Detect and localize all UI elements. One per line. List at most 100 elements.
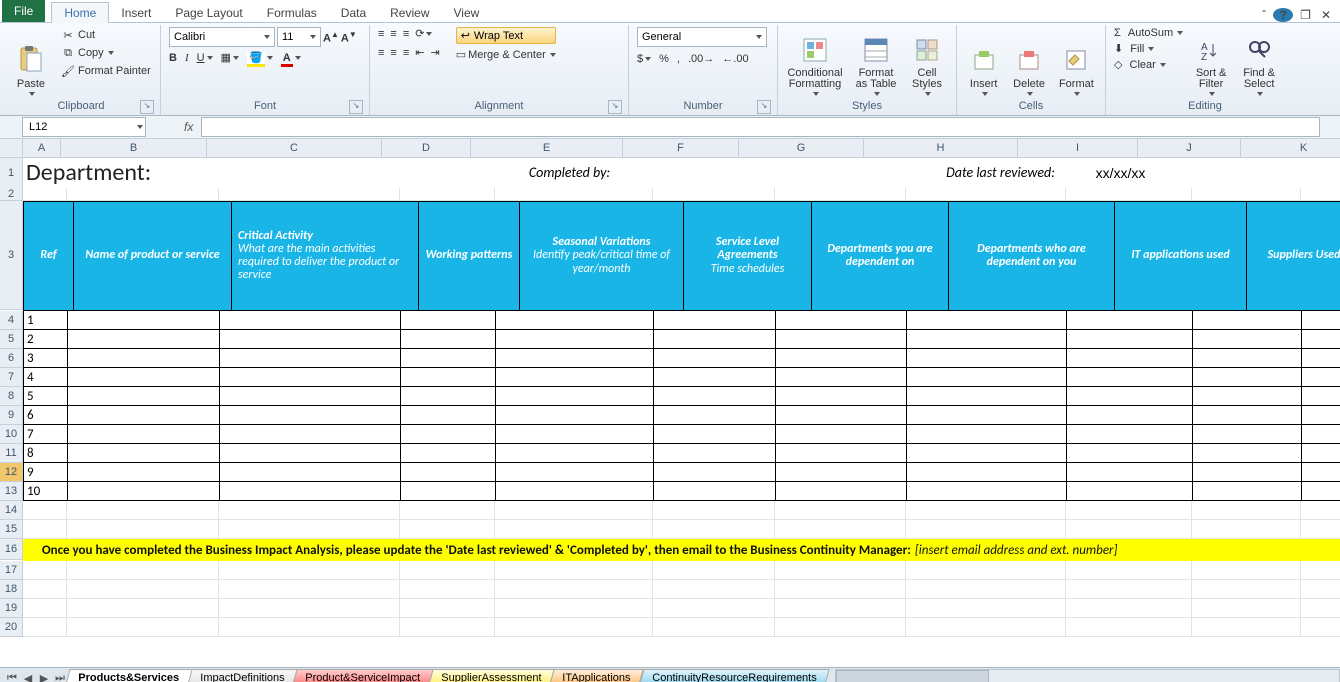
cell-E8[interactable] <box>496 387 654 406</box>
row-4[interactable]: 4 <box>0 311 23 330</box>
tab-view[interactable]: View <box>442 3 492 22</box>
align-right-icon[interactable]: ≡ <box>403 47 409 59</box>
cell-A11[interactable]: 8 <box>23 444 68 463</box>
sheet-nav-prev-icon[interactable]: ◀ <box>20 670 36 682</box>
sort-filter-button[interactable]: AZ Sort & Filter <box>1187 27 1235 99</box>
decrease-font-icon[interactable]: A▼ <box>341 30 357 45</box>
cell-K5[interactable] <box>1302 330 1340 349</box>
decrease-indent-icon[interactable]: ⇤ <box>415 46 424 59</box>
cell-C4[interactable] <box>220 311 401 330</box>
help-icon[interactable]: ? <box>1273 8 1293 22</box>
align-bottom-icon[interactable]: ≡ <box>403 28 409 40</box>
cell-J9[interactable] <box>1193 406 1302 425</box>
row-18[interactable]: 18 <box>0 580 23 599</box>
cell-I4[interactable] <box>1067 311 1193 330</box>
cell-H11[interactable] <box>907 444 1067 463</box>
cell-B11[interactable] <box>68 444 220 463</box>
hdr-working[interactable]: Working patterns <box>419 201 520 311</box>
cell-C13[interactable] <box>220 482 401 501</box>
cell-D4[interactable] <box>401 311 496 330</box>
cell-G10[interactable] <box>776 425 907 444</box>
row-11[interactable]: 11 <box>0 444 23 463</box>
cell-H9[interactable] <box>907 406 1067 425</box>
format-cells-button[interactable]: Format <box>1052 27 1101 99</box>
cell-C9[interactable] <box>220 406 401 425</box>
cell-C1[interactable] <box>217 158 397 179</box>
orientation-icon[interactable]: ⟳ <box>415 27 432 40</box>
increase-indent-icon[interactable]: ⇥ <box>430 46 439 59</box>
window-restore-icon[interactable]: ❐ <box>1297 8 1314 22</box>
col-C[interactable]: C <box>207 139 382 158</box>
hdr-ref[interactable]: Ref <box>23 201 74 311</box>
instruction-banner[interactable]: Once you have completed the Business Imp… <box>23 539 1340 561</box>
cell-B1[interactable] <box>66 158 217 188</box>
cell-A7[interactable]: 4 <box>23 368 68 387</box>
cell-D8[interactable] <box>401 387 496 406</box>
cell-E13[interactable] <box>496 482 654 501</box>
name-box[interactable]: L12 <box>22 117 146 137</box>
cell-B4[interactable] <box>68 311 220 330</box>
cell-K10[interactable] <box>1302 425 1340 444</box>
row-13[interactable]: 13 <box>0 482 23 501</box>
number-format-select[interactable]: General <box>637 27 767 47</box>
row-9[interactable]: 9 <box>0 406 23 425</box>
cell-F10[interactable] <box>654 425 776 444</box>
font-color-button[interactable]: A <box>281 52 301 64</box>
cell-E5[interactable] <box>496 330 654 349</box>
cell-C11[interactable] <box>220 444 401 463</box>
col-B[interactable]: B <box>61 139 207 158</box>
fx-icon[interactable]: fx <box>176 120 201 134</box>
cell-C5[interactable] <box>220 330 401 349</box>
cell-A10[interactable]: 7 <box>23 425 68 444</box>
formula-input[interactable] <box>201 117 1320 137</box>
row-3[interactable]: 3 <box>0 201 23 310</box>
cell-H12[interactable] <box>907 463 1067 482</box>
align-middle-icon[interactable]: ≡ <box>390 28 396 40</box>
bold-button[interactable]: B <box>169 52 177 64</box>
row-5[interactable]: 5 <box>0 330 23 349</box>
cut-button[interactable]: ✂ Cut <box>60 27 151 43</box>
paste-button[interactable]: Paste <box>6 27 56 99</box>
align-top-icon[interactable]: ≡ <box>378 28 384 40</box>
hdr-sla[interactable]: Service Level AgreementsTime schedules <box>684 201 812 311</box>
increase-font-icon[interactable]: A▲ <box>323 30 339 45</box>
cell-K7[interactable] <box>1302 368 1340 387</box>
cell-E7[interactable] <box>496 368 654 387</box>
cell-H6[interactable] <box>907 349 1067 368</box>
cell-B10[interactable] <box>68 425 220 444</box>
cell-C10[interactable] <box>220 425 401 444</box>
cell-K9[interactable] <box>1302 406 1340 425</box>
sheet-tab-ContinuityResourceRequirements[interactable]: ContinuityResourceRequirements <box>638 669 830 682</box>
cell-I10[interactable] <box>1067 425 1193 444</box>
tab-file[interactable]: File <box>2 0 45 22</box>
font-launcher-icon[interactable]: ↘ <box>349 100 363 114</box>
cell-J12[interactable] <box>1193 463 1302 482</box>
cell-K12[interactable] <box>1302 463 1340 482</box>
horizontal-scrollbar[interactable] <box>835 669 1340 682</box>
fill-button[interactable]: ⬇ Fill <box>1114 42 1183 55</box>
col-E[interactable]: E <box>471 139 623 158</box>
hdr-dep-you[interactable]: Departments who are dependent on you <box>949 201 1115 311</box>
sheet-tab-ImpactDefinitions[interactable]: ImpactDefinitions <box>186 669 298 682</box>
cell-D9[interactable] <box>401 406 496 425</box>
cell-G12[interactable] <box>776 463 907 482</box>
cell-E6[interactable] <box>496 349 654 368</box>
cell-F7[interactable] <box>654 368 776 387</box>
cell-F8[interactable] <box>654 387 776 406</box>
cell-J10[interactable] <box>1193 425 1302 444</box>
col-K[interactable]: K <box>1241 139 1340 158</box>
col-H[interactable]: H <box>864 139 1018 158</box>
row-16[interactable]: 16 <box>0 539 23 560</box>
cell-G11[interactable] <box>776 444 907 463</box>
row-15[interactable]: 15 <box>0 520 23 539</box>
cell-J8[interactable] <box>1193 387 1302 406</box>
cell-H4[interactable] <box>907 311 1067 330</box>
cell-E9[interactable] <box>496 406 654 425</box>
font-size-select[interactable]: 11 <box>277 27 321 47</box>
hdr-name[interactable]: Name of product or service <box>74 201 232 311</box>
align-center-icon[interactable]: ≡ <box>390 47 396 59</box>
select-all-corner[interactable] <box>0 139 23 158</box>
cell-E11[interactable] <box>496 444 654 463</box>
cell-C7[interactable] <box>220 368 401 387</box>
tab-page-layout[interactable]: Page Layout <box>163 3 254 22</box>
